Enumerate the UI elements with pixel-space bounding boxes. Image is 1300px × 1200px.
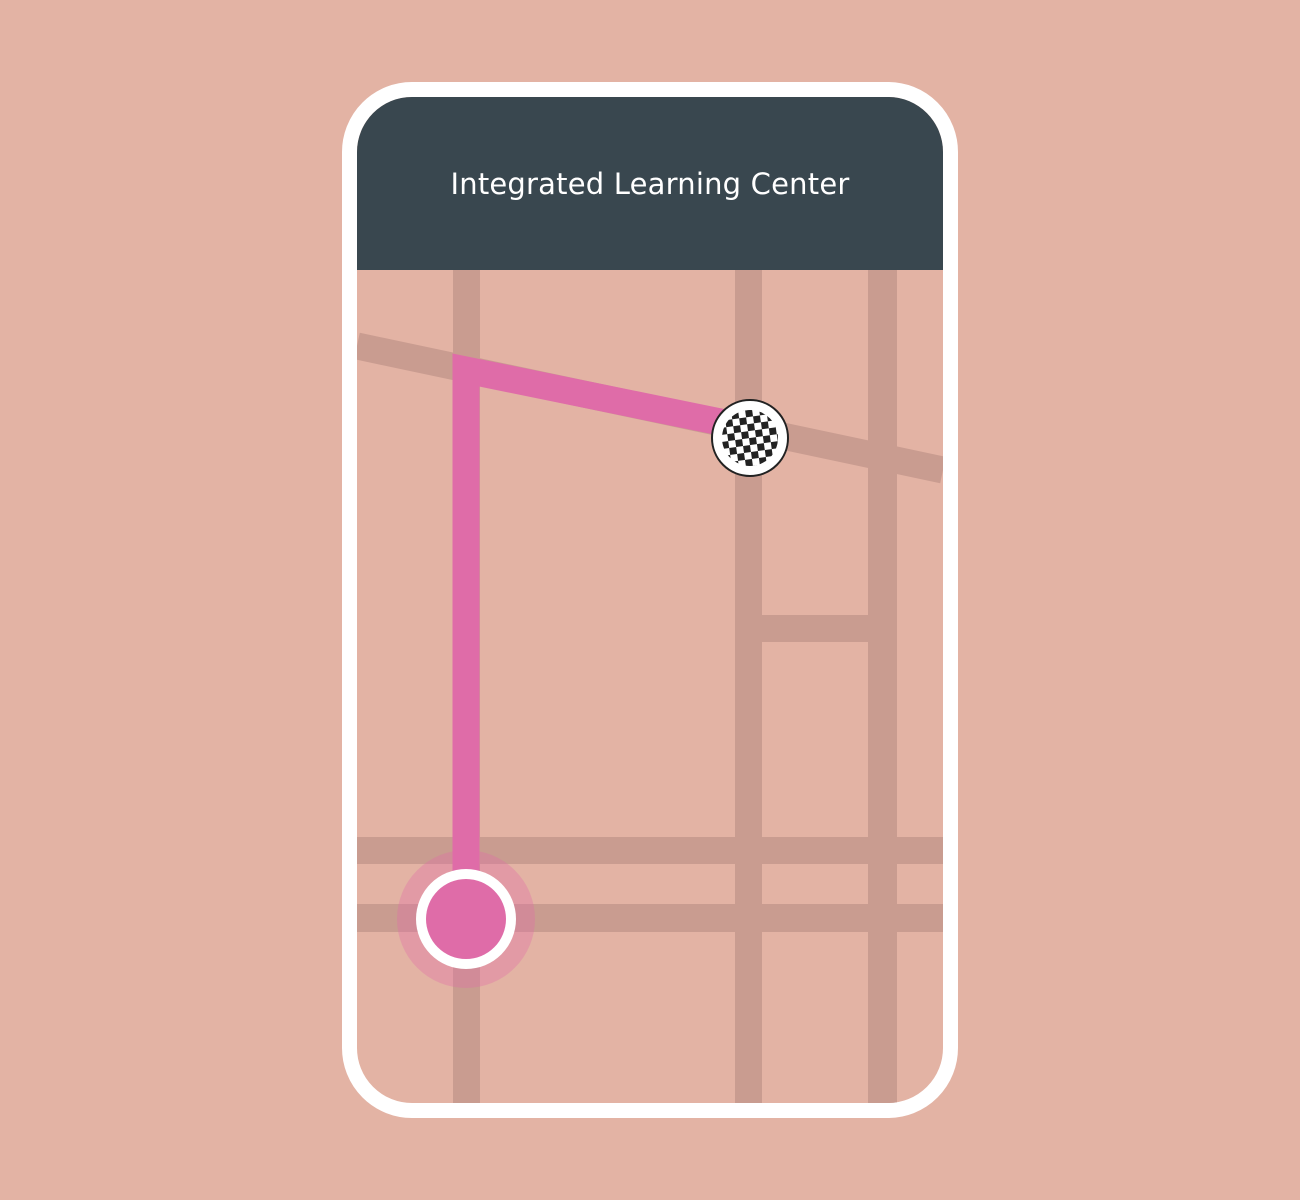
road-vertical-2 [735, 270, 762, 1103]
current-location-icon[interactable] [397, 850, 535, 988]
map-canvas[interactable] [357, 270, 943, 1103]
map-view[interactable] [357, 270, 943, 1103]
checkered-flag-icon[interactable] [711, 399, 789, 477]
road-horizontal-short [762, 615, 868, 642]
road-vertical-3 [868, 270, 897, 1103]
app-header: Integrated Learning Center [357, 97, 943, 270]
phone-frame: Integrated Learning Center [342, 82, 958, 1118]
page-title: Integrated Learning Center [450, 166, 850, 201]
